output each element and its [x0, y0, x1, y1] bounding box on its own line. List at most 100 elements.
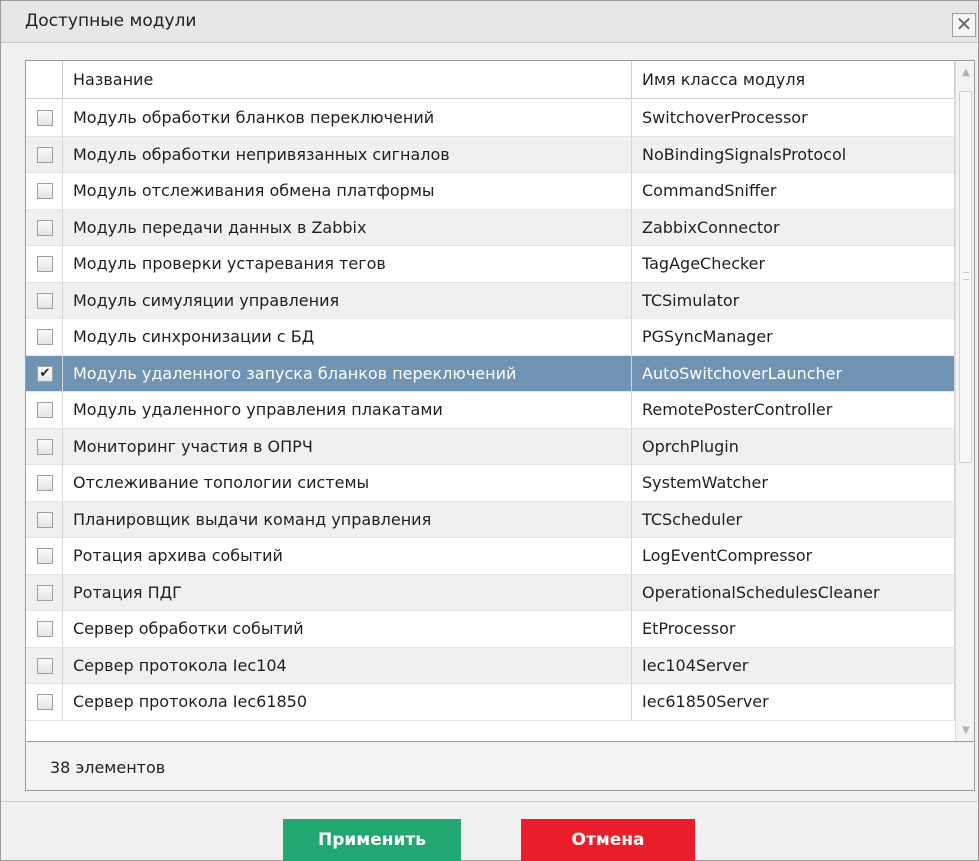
module-class-cell: SwitchoverProcessor — [632, 100, 955, 136]
row-checkbox-cell — [26, 136, 63, 173]
module-class-cell: EtProcessor — [632, 611, 955, 647]
table-row[interactable]: Модуль передачи данных в Zabbix ZabbixCon… — [26, 209, 955, 246]
item-count: 38 элементов — [50, 758, 166, 777]
table-row[interactable]: Сервер протокола Iec61850 Iec61850Server — [26, 684, 955, 721]
module-class-cell: LogEventCompressor — [632, 538, 955, 574]
row-checkbox-cell — [26, 209, 63, 246]
checkbox[interactable] — [37, 402, 53, 418]
table-row[interactable]: Модуль отслеживания обмена платформы Comm… — [26, 173, 955, 210]
table-row[interactable]: Ротация архива событий LogEventCompressor — [26, 538, 955, 575]
table-row[interactable]: Модуль обработки бланков переключений Swi… — [26, 100, 955, 137]
table-row[interactable]: Ротация ПДГ OperationalSchedulesCleaner — [26, 574, 955, 611]
modules-table: Название Имя класса модуля Модуль обрабо… — [25, 60, 975, 742]
row-checkbox-cell — [26, 538, 63, 574]
grip-icon — [963, 272, 969, 280]
available-modules-dialog: Доступные модули ✕ Название Имя класса м… — [0, 0, 979, 861]
table-row[interactable]: Сервер протокола Iec104 Iec104Server — [26, 647, 955, 684]
checkbox[interactable] — [37, 183, 53, 199]
table-row[interactable]: Мониторинг участия в ОПРЧ OprchPlugin — [26, 428, 955, 465]
checkbox[interactable] — [37, 292, 53, 309]
checkbox[interactable] — [37, 511, 53, 528]
module-name-cell: Отслеживание топологии системы — [63, 465, 632, 501]
module-class-cell: RemotePosterController — [632, 392, 955, 428]
module-name-cell: Сервер протокола Iec104 — [63, 647, 632, 684]
checkbox[interactable] — [37, 438, 53, 455]
table-row[interactable]: Сервер обработки событий EtProcessor — [26, 611, 955, 648]
header-name-column[interactable]: Название — [63, 61, 632, 99]
module-class-cell: OperationalSchedulesCleaner — [632, 574, 955, 611]
module-class-cell: PGSyncManager — [632, 319, 955, 355]
module-name-cell: Ротация архива событий — [63, 538, 632, 574]
module-class-cell: Iec61850Server — [632, 684, 955, 720]
row-checkbox-cell — [26, 173, 63, 209]
module-name-cell: Ротация ПДГ — [63, 574, 632, 611]
checked-checkbox[interactable]: ✔ — [37, 365, 53, 382]
dialog-title: Доступные модули — [25, 11, 197, 31]
table-row[interactable]: Модуль удаленного управления плакатами Re… — [26, 392, 955, 429]
checkbox[interactable] — [37, 329, 53, 345]
row-checkbox-cell — [26, 319, 63, 355]
checkbox[interactable] — [37, 584, 53, 601]
vertical-scrollbar[interactable]: ▲ ▼ — [955, 61, 974, 741]
table-header: Название Имя класса модуля — [26, 61, 955, 99]
module-name-cell: Сервер протокола Iec61850 — [63, 684, 632, 720]
checkbox[interactable] — [37, 475, 53, 491]
row-checkbox-cell — [26, 428, 63, 465]
table-row[interactable]: Планировщик выдачи команд управления TCSc… — [26, 501, 955, 538]
row-checkbox-cell — [26, 392, 63, 428]
header-class-column[interactable]: Имя класса модуля — [632, 61, 955, 99]
module-name-cell: Сервер обработки событий — [63, 611, 632, 647]
module-name-cell: Модуль обработки бланков переключений — [63, 100, 632, 136]
module-name-cell: Модуль удаленного управления плакатами — [63, 392, 632, 428]
table-row[interactable]: Отслеживание топологии системы SystemWatc… — [26, 465, 955, 502]
row-checkbox-cell — [26, 282, 63, 319]
table-row[interactable]: Модуль симуляции управления TCSimulator — [26, 282, 955, 319]
module-class-cell: ZabbixConnector — [632, 209, 955, 246]
row-checkbox-cell — [26, 684, 63, 720]
table-row[interactable]: Модуль обработки непривязанных сигналов N… — [26, 136, 955, 173]
module-class-cell: NoBindingSignalsProtocol — [632, 136, 955, 173]
module-name-cell: Модуль удаленного запуска бланков перекл… — [63, 355, 632, 392]
table-row[interactable]: Модуль проверки устаревания тегов TagAgeC… — [26, 246, 955, 283]
module-class-cell: TagAgeChecker — [632, 246, 955, 282]
table-row[interactable]: ✔ Модуль удаленного запуска бланков перек… — [26, 355, 955, 392]
table-row[interactable]: Модуль синхронизации с БД PGSyncManager — [26, 319, 955, 356]
module-name-cell: Модуль симуляции управления — [63, 282, 632, 319]
module-name-cell: Модуль передачи данных в Zabbix — [63, 209, 632, 246]
module-class-cell: OprchPlugin — [632, 428, 955, 465]
module-class-cell: TCSimulator — [632, 282, 955, 319]
module-name-cell: Модуль обработки непривязанных сигналов — [63, 136, 632, 173]
scroll-up-icon[interactable]: ▲ — [960, 67, 972, 79]
checkbox[interactable] — [37, 694, 53, 710]
module-name-cell: Модуль синхронизации с БД — [63, 319, 632, 355]
checkbox[interactable] — [37, 256, 53, 272]
scroll-thumb[interactable] — [959, 91, 972, 463]
row-checkbox-cell — [26, 647, 63, 684]
checkbox[interactable] — [37, 548, 53, 564]
scroll-down-icon[interactable]: ▼ — [960, 725, 972, 737]
row-checkbox-cell — [26, 574, 63, 611]
checkbox[interactable] — [37, 219, 53, 236]
module-class-cell: AutoSwitchoverLauncher — [632, 355, 955, 392]
table-body: Модуль обработки бланков переключений Swi… — [26, 100, 955, 721]
close-icon[interactable]: ✕ — [952, 13, 976, 37]
module-class-cell: CommandSniffer — [632, 173, 955, 209]
checkbox[interactable] — [37, 110, 53, 126]
row-checkbox-cell — [26, 100, 63, 136]
row-checkbox-cell — [26, 465, 63, 501]
row-checkbox-cell — [26, 246, 63, 282]
module-name-cell: Мониторинг участия в ОПРЧ — [63, 428, 632, 465]
title-bar: Доступные модули ✕ — [1, 1, 978, 43]
module-name-cell: Модуль отслеживания обмена платформы — [63, 173, 632, 209]
checkbox[interactable] — [37, 657, 53, 674]
header-checkbox-column[interactable] — [26, 61, 63, 99]
checkbox[interactable] — [37, 621, 53, 637]
module-class-cell: TCScheduler — [632, 501, 955, 538]
cancel-button[interactable]: Отмена — [521, 819, 695, 861]
module-class-cell: SystemWatcher — [632, 465, 955, 501]
checkbox[interactable] — [37, 146, 53, 163]
row-checkbox-cell — [26, 501, 63, 538]
module-class-cell: Iec104Server — [632, 647, 955, 684]
apply-button[interactable]: Применить — [283, 819, 461, 861]
module-name-cell: Планировщик выдачи команд управления — [63, 501, 632, 538]
